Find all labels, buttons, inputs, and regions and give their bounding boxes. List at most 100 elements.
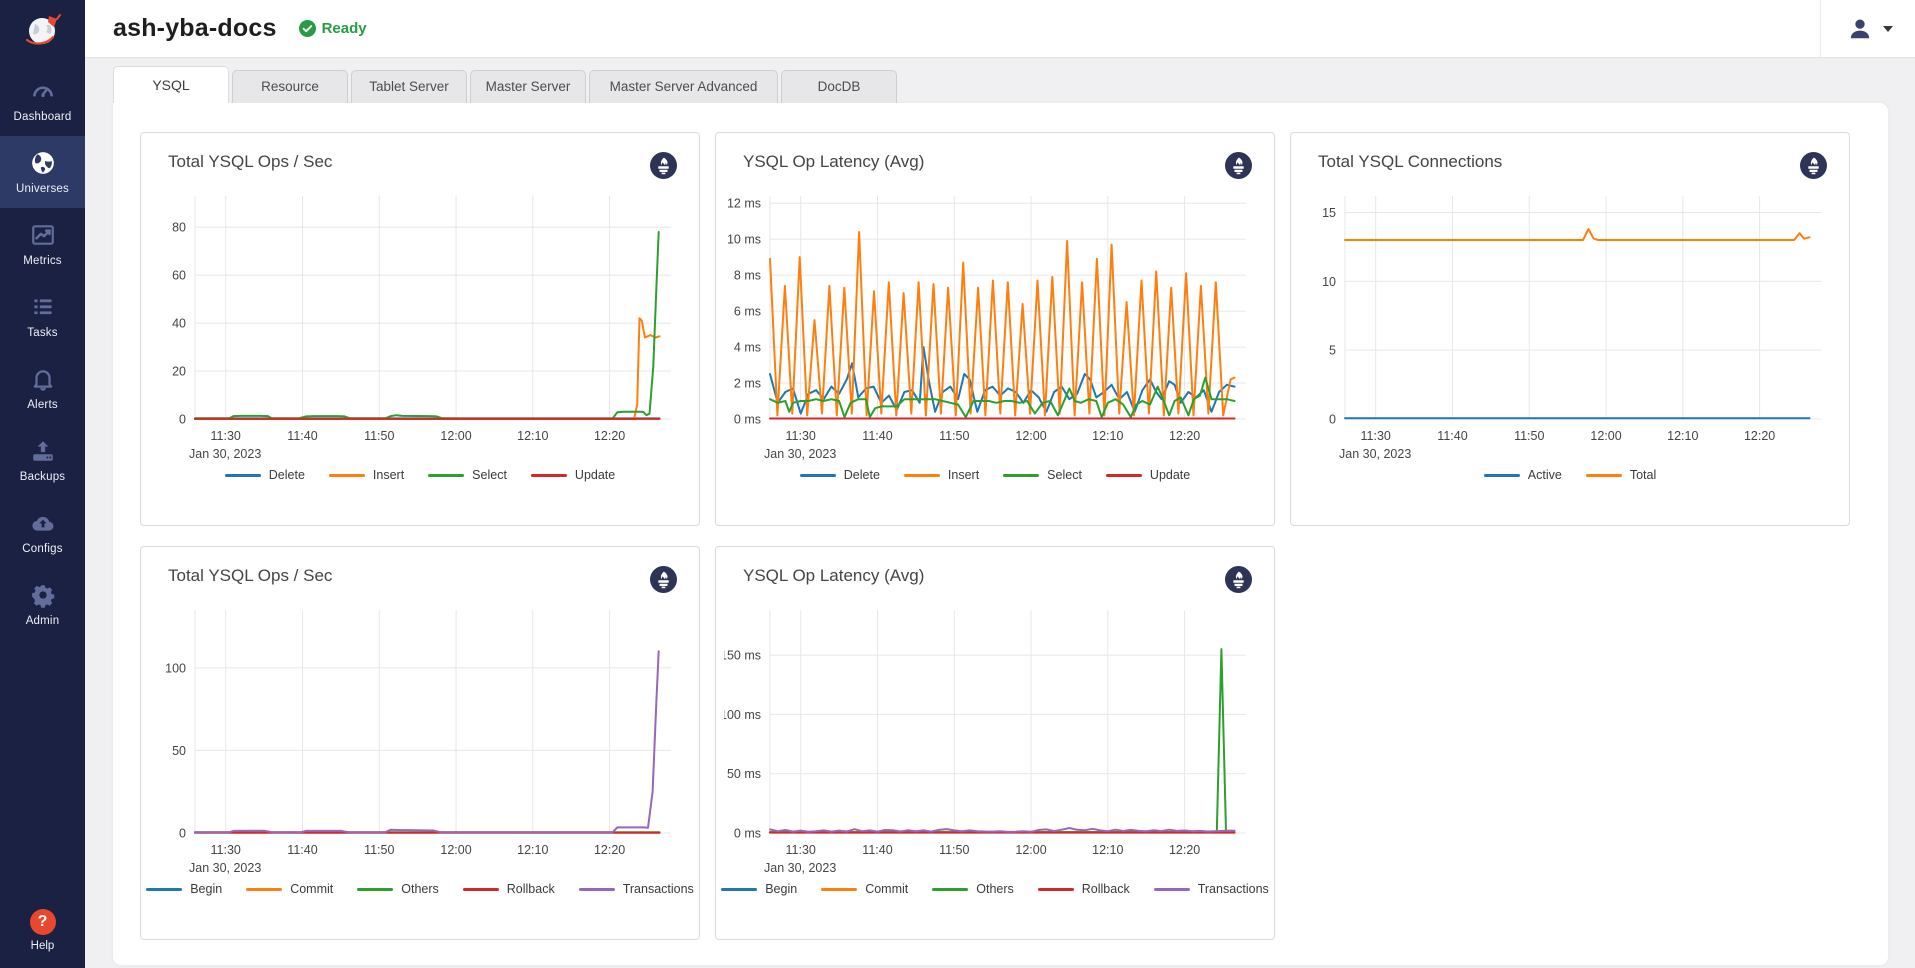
legend-swatch (800, 474, 836, 477)
status-label: Ready (322, 20, 367, 37)
tab-ysql[interactable]: YSQL (113, 66, 229, 103)
chart-legend: Begin Commit Others Rollback Transactions (141, 882, 699, 896)
svg-text:60: 60 (172, 269, 186, 283)
svg-text:12:20: 12:20 (594, 843, 625, 857)
legend-item-begin[interactable]: Begin (721, 882, 797, 896)
legend-item-transactions[interactable]: Transactions (1154, 882, 1269, 896)
prometheus-icon[interactable] (650, 152, 677, 184)
legend-item-active[interactable]: Active (1484, 468, 1562, 482)
sidebar-item-help[interactable]: ? Help (0, 897, 85, 968)
svg-text:12:00: 12:00 (1015, 429, 1046, 443)
legend-swatch (1003, 474, 1039, 477)
tab-resource[interactable]: Resource (232, 70, 348, 103)
check-circle-icon (299, 20, 316, 37)
tab-master-server[interactable]: Master Server (470, 70, 586, 103)
chart-title: Total YSQL Connections (1318, 152, 1502, 172)
prometheus-icon[interactable] (1225, 152, 1252, 184)
tab-master-server-advanced[interactable]: Master Server Advanced (589, 70, 778, 103)
svg-text:Jan 30, 2023: Jan 30, 2023 (764, 447, 836, 461)
bell-icon (30, 366, 56, 392)
prometheus-icon[interactable] (650, 566, 677, 598)
legend-item-rollback[interactable]: Rollback (463, 882, 555, 896)
legend-item-others[interactable]: Others (932, 882, 1014, 896)
legend-item-update[interactable]: Update (531, 468, 615, 482)
svg-text:11:40: 11:40 (862, 429, 892, 443)
legend-item-commit[interactable]: Commit (246, 882, 333, 896)
svg-text:Jan 30, 2023: Jan 30, 2023 (189, 447, 261, 461)
svg-text:11:30: 11:30 (786, 429, 816, 443)
prometheus-icon[interactable] (1800, 152, 1827, 184)
legend-item-delete[interactable]: Delete (800, 468, 880, 482)
sidebar-item-tasks[interactable]: Tasks (0, 280, 85, 352)
main-page: YSQL Resource Tablet Server Master Serve… (85, 58, 1915, 968)
legend-swatch (463, 888, 499, 891)
sidebar-item-label: Alerts (27, 399, 58, 411)
legend-label: Total (1630, 468, 1656, 482)
svg-text:12:10: 12:10 (517, 429, 548, 443)
legend-label: Insert (373, 468, 404, 482)
help-question-icon: ? (30, 909, 56, 935)
svg-text:15: 15 (1322, 206, 1336, 220)
line-chart: 11:3011:4011:5012:0012:1012:200 ms50 ms1… (716, 600, 1274, 896)
sidebar-item-dashboard[interactable]: Dashboard (0, 64, 85, 136)
svg-text:11:30: 11:30 (211, 429, 241, 443)
chart-title: Total YSQL Ops / Sec (168, 566, 332, 586)
legend-label: Transactions (1198, 882, 1269, 896)
globe-icon (30, 150, 56, 176)
svg-text:5: 5 (1329, 344, 1336, 358)
legend-item-update[interactable]: Update (1106, 468, 1190, 482)
chart-panel-total-ysql-ops: Total YSQL Ops / Sec 11:3011:4011:5012:0… (140, 132, 700, 526)
legend-swatch (821, 888, 857, 891)
universe-title: ash-yba-docs (113, 14, 277, 43)
sidebar-item-backups[interactable]: Backups (0, 424, 85, 496)
legend-item-begin[interactable]: Begin (146, 882, 222, 896)
tab-docdb[interactable]: DocDB (781, 70, 897, 103)
legend-item-total[interactable]: Total (1586, 468, 1656, 482)
legend-label: Update (575, 468, 615, 482)
chart-title: YSQL Op Latency (Avg) (743, 152, 924, 172)
svg-text:4 ms: 4 ms (734, 341, 761, 355)
legend-item-select[interactable]: Select (1003, 468, 1082, 482)
legend-item-others[interactable]: Others (357, 882, 439, 896)
legend-swatch (932, 888, 968, 891)
sidebar-item-configs[interactable]: Configs (0, 496, 85, 568)
legend-swatch (428, 474, 464, 477)
sidebar-item-admin[interactable]: Admin (0, 568, 85, 640)
sidebar-item-metrics[interactable]: Metrics (0, 208, 85, 280)
user-menu[interactable] (1847, 16, 1893, 42)
svg-text:11:50: 11:50 (364, 429, 394, 443)
svg-text:Jan 30, 2023: Jan 30, 2023 (764, 861, 836, 875)
chart-plot-area: 11:3011:4011:5012:0012:1012:20050100Jan … (149, 600, 689, 878)
tab-tablet-server[interactable]: Tablet Server (351, 70, 467, 103)
status-badge: Ready (299, 20, 367, 37)
charts-container: Total YSQL Ops / Sec 11:30 11:40 11:50 12:0… (113, 103, 1888, 965)
legend-label: Begin (765, 882, 797, 896)
svg-text:12:00: 12:00 (440, 429, 471, 443)
top-bar: ash-yba-docs Ready (85, 0, 1915, 58)
svg-text:Jan 30, 2023: Jan 30, 2023 (189, 861, 261, 875)
legend-item-insert[interactable]: Insert (904, 468, 979, 482)
svg-text:2 ms: 2 ms (734, 377, 761, 391)
svg-text:11:30: 11:30 (211, 843, 241, 857)
legend-item-insert[interactable]: Insert (329, 468, 404, 482)
legend-item-commit[interactable]: Commit (821, 882, 908, 896)
svg-text:11:40: 11:40 (287, 843, 317, 857)
yugabyte-logo[interactable] (0, 0, 85, 64)
svg-text:12:10: 12:10 (1092, 843, 1123, 857)
metrics-chart-icon (30, 222, 56, 248)
legend-swatch (246, 888, 282, 891)
legend-item-delete[interactable]: Delete (225, 468, 305, 482)
sidebar-item-alerts[interactable]: Alerts (0, 352, 85, 424)
legend-item-transactions[interactable]: Transactions (579, 882, 694, 896)
prometheus-icon[interactable] (1225, 566, 1252, 598)
sidebar-spacer (0, 640, 85, 897)
svg-text:12:20: 12:20 (594, 429, 625, 443)
legend-item-select[interactable]: Select (428, 468, 507, 482)
legend-label: Others (401, 882, 439, 896)
svg-text:12:20: 12:20 (1169, 843, 1200, 857)
legend-swatch (579, 888, 615, 891)
cloud-icon (30, 510, 56, 536)
sidebar-item-universes[interactable]: Universes (0, 136, 85, 208)
legend-item-rollback[interactable]: Rollback (1038, 882, 1130, 896)
legend-label: Others (976, 882, 1014, 896)
